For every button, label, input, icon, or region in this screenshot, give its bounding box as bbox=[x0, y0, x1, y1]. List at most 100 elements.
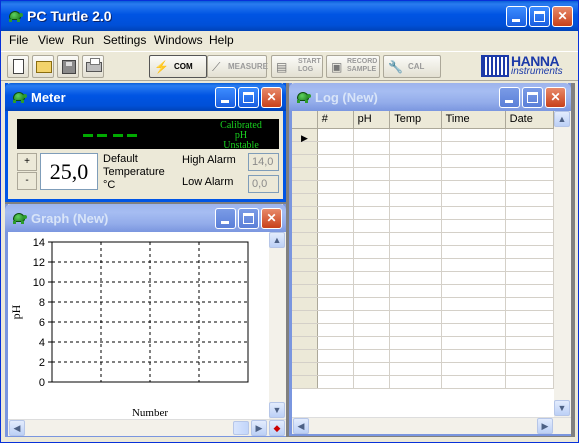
graph-minimize-button[interactable] bbox=[215, 208, 236, 229]
table-row[interactable] bbox=[292, 349, 554, 363]
row-header[interactable] bbox=[292, 154, 318, 168]
menu-file[interactable]: File bbox=[9, 33, 28, 47]
table-cell[interactable] bbox=[441, 128, 506, 142]
table-cell[interactable] bbox=[353, 193, 391, 207]
table-cell[interactable] bbox=[505, 375, 554, 389]
table-cell[interactable] bbox=[389, 349, 442, 363]
table-cell[interactable] bbox=[505, 258, 554, 272]
table-cell[interactable] bbox=[505, 336, 554, 350]
table-cell[interactable] bbox=[505, 141, 554, 155]
table-cell[interactable] bbox=[505, 128, 554, 142]
table-cell[interactable] bbox=[353, 323, 391, 337]
table-cell[interactable] bbox=[505, 349, 554, 363]
table-cell[interactable] bbox=[389, 219, 442, 233]
table-cell[interactable] bbox=[505, 310, 554, 324]
table-cell[interactable] bbox=[353, 206, 391, 220]
row-header[interactable] bbox=[292, 232, 318, 246]
graph-close-button[interactable]: ✕ bbox=[261, 208, 282, 229]
menu-settings[interactable]: Settings bbox=[103, 33, 146, 47]
table-cell[interactable] bbox=[441, 336, 506, 350]
column-header-number[interactable]: # bbox=[317, 111, 354, 129]
table-cell[interactable] bbox=[389, 362, 442, 376]
table-cell[interactable] bbox=[441, 154, 506, 168]
table-cell[interactable] bbox=[353, 284, 391, 298]
table-cell[interactable] bbox=[441, 180, 506, 194]
temp-decrease-button[interactable]: - bbox=[17, 172, 37, 190]
table-cell[interactable] bbox=[317, 128, 354, 142]
table-cell[interactable] bbox=[317, 206, 354, 220]
table-cell[interactable] bbox=[441, 245, 506, 259]
table-row[interactable] bbox=[292, 310, 554, 324]
table-cell[interactable] bbox=[317, 310, 354, 324]
meter-minimize-button[interactable] bbox=[215, 87, 236, 108]
table-cell[interactable] bbox=[505, 206, 554, 220]
column-header-temp[interactable]: Temp bbox=[389, 111, 442, 129]
meter-close-button[interactable]: ✕ bbox=[261, 87, 282, 108]
table-cell[interactable] bbox=[441, 271, 506, 285]
table-cell[interactable] bbox=[389, 206, 442, 220]
table-cell[interactable] bbox=[505, 193, 554, 207]
table-cell[interactable] bbox=[317, 193, 354, 207]
table-row[interactable] bbox=[292, 323, 554, 337]
table-cell[interactable] bbox=[353, 336, 391, 350]
scroll-right-icon[interactable]: ▶ bbox=[537, 418, 553, 434]
table-cell[interactable] bbox=[353, 154, 391, 168]
table-cell[interactable] bbox=[505, 362, 554, 376]
row-header[interactable] bbox=[292, 349, 318, 363]
table-row[interactable] bbox=[292, 167, 554, 181]
table-cell[interactable] bbox=[353, 375, 391, 389]
table-row[interactable] bbox=[292, 193, 554, 207]
low-alarm-field[interactable]: 0,0 bbox=[248, 175, 279, 193]
table-cell[interactable] bbox=[389, 232, 442, 246]
menu-help[interactable]: Help bbox=[209, 33, 234, 47]
table-cell[interactable] bbox=[505, 297, 554, 311]
table-cell[interactable] bbox=[317, 349, 354, 363]
resize-grip-icon[interactable]: ◆ bbox=[269, 420, 285, 436]
table-cell[interactable] bbox=[353, 128, 391, 142]
record-sample-button[interactable]: ▣ RECORD SAMPLE bbox=[326, 55, 380, 78]
table-cell[interactable] bbox=[317, 154, 354, 168]
table-cell[interactable] bbox=[317, 232, 354, 246]
table-cell[interactable] bbox=[317, 245, 354, 259]
table-cell[interactable] bbox=[317, 271, 354, 285]
table-cell[interactable] bbox=[317, 284, 354, 298]
scroll-thumb[interactable] bbox=[233, 421, 249, 435]
row-header[interactable] bbox=[292, 193, 318, 207]
table-row[interactable] bbox=[292, 154, 554, 168]
cal-button[interactable]: 🔧 CAL bbox=[383, 55, 441, 78]
scroll-left-icon[interactable]: ◀ bbox=[293, 418, 309, 434]
row-header[interactable] bbox=[292, 310, 318, 324]
com-button[interactable]: ⚡ COM bbox=[149, 55, 207, 78]
menu-view[interactable]: View bbox=[38, 33, 64, 47]
table-cell[interactable] bbox=[353, 167, 391, 181]
table-cell[interactable] bbox=[353, 349, 391, 363]
table-cell[interactable] bbox=[389, 141, 442, 155]
row-header[interactable] bbox=[292, 323, 318, 337]
table-cell[interactable] bbox=[441, 167, 506, 181]
table-cell[interactable] bbox=[505, 180, 554, 194]
table-cell[interactable] bbox=[317, 362, 354, 376]
table-cell[interactable] bbox=[505, 245, 554, 259]
scroll-right-icon[interactable]: ▶ bbox=[251, 420, 267, 436]
table-cell[interactable] bbox=[389, 128, 442, 142]
scroll-up-icon[interactable]: ▲ bbox=[554, 111, 570, 127]
table-cell[interactable] bbox=[389, 154, 442, 168]
log-horizontal-scrollbar[interactable]: ◀ ▶ bbox=[292, 417, 571, 434]
table-row[interactable] bbox=[292, 180, 554, 194]
table-cell[interactable] bbox=[389, 167, 442, 181]
scroll-left-icon[interactable]: ◀ bbox=[9, 420, 25, 436]
graph-maximize-button[interactable] bbox=[238, 208, 259, 229]
table-cell[interactable] bbox=[317, 180, 354, 194]
log-vertical-scrollbar[interactable]: ▲ ▼ bbox=[554, 111, 571, 417]
row-header[interactable] bbox=[292, 245, 318, 259]
table-cell[interactable] bbox=[353, 232, 391, 246]
scroll-down-icon[interactable]: ▼ bbox=[269, 402, 285, 418]
row-header[interactable] bbox=[292, 258, 318, 272]
table-cell[interactable] bbox=[389, 258, 442, 272]
scroll-up-icon[interactable]: ▲ bbox=[269, 232, 285, 248]
table-cell[interactable] bbox=[441, 297, 506, 311]
table-cell[interactable] bbox=[317, 219, 354, 233]
table-cell[interactable] bbox=[505, 219, 554, 233]
graph-vertical-scrollbar[interactable]: ▲ ▼ bbox=[269, 232, 286, 419]
table-cell[interactable] bbox=[505, 232, 554, 246]
